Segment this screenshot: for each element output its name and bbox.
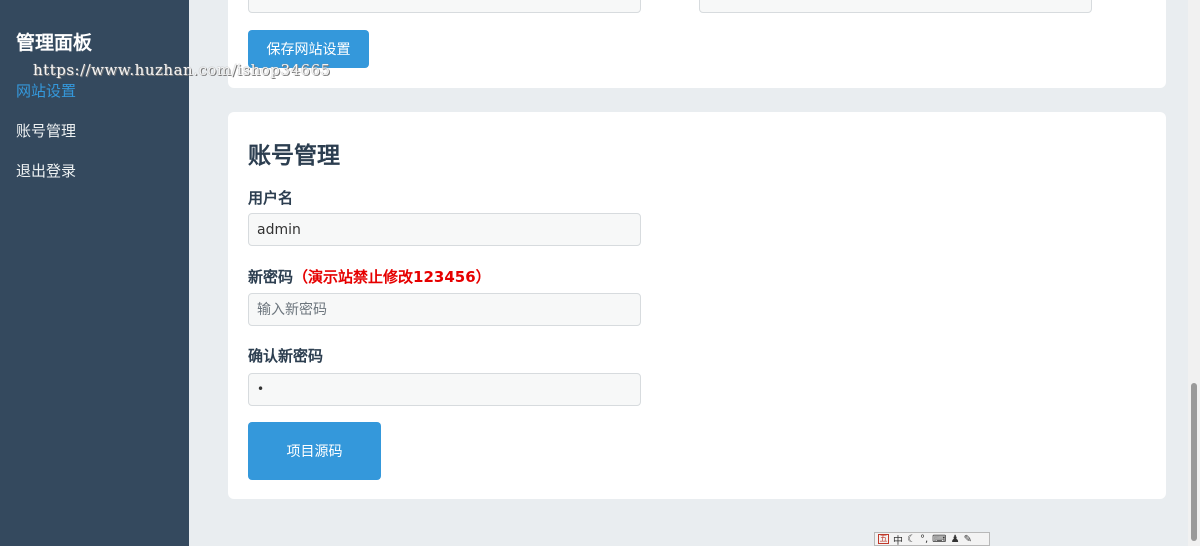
- rate-limit-count-input[interactable]: [248, 0, 641, 13]
- sidebar-item-account[interactable]: 账号管理: [16, 120, 76, 141]
- scrollbar-thumb[interactable]: [1191, 383, 1197, 541]
- ime-toolbar[interactable]: 五 中 ☾ °, ⌨ ♟ ✎: [874, 532, 990, 546]
- sidebar-item-logout[interactable]: 退出登录: [16, 160, 76, 181]
- new-password-input[interactable]: [248, 293, 641, 326]
- project-source-button[interactable]: 项目源码: [248, 422, 381, 480]
- new-password-label-text: 新密码: [248, 268, 294, 286]
- ime-logo-icon: 五: [878, 534, 889, 544]
- page-scrollbar[interactable]: [1188, 0, 1200, 546]
- new-password-label: 新密码（演示站禁止修改123456）: [248, 266, 491, 287]
- keyboard-icon[interactable]: ⌨: [932, 534, 946, 545]
- account-section-title: 账号管理: [248, 143, 340, 169]
- moon-icon[interactable]: ☾: [907, 534, 916, 545]
- rate-limit-seconds-input[interactable]: [699, 0, 1092, 13]
- username-input[interactable]: [248, 213, 641, 246]
- watermark-url: https://www.huzhan.com/ishop34665: [33, 61, 331, 79]
- ime-mode-label[interactable]: 中: [893, 533, 903, 546]
- demo-warning-text: （演示站禁止修改123456）: [293, 268, 491, 286]
- sidebar-title: 管理面板: [16, 32, 93, 54]
- confirm-password-label: 确认新密码: [248, 347, 324, 365]
- sidebar: 管理面板 网站设置 账号管理 退出登录: [0, 0, 189, 546]
- user-icon[interactable]: ♟: [951, 534, 960, 545]
- sidebar-item-site-settings[interactable]: 网站设置: [16, 80, 76, 101]
- account-management-card: 账号管理 用户名 新密码（演示站禁止修改123456） 确认新密码 • 项目源码: [228, 112, 1166, 499]
- wrench-icon[interactable]: ✎: [964, 534, 972, 545]
- confirm-password-input[interactable]: •: [248, 373, 641, 406]
- site-settings-card: 次/ 秒 保存网站设置: [228, 0, 1166, 88]
- punctuation-icon[interactable]: °,: [920, 534, 928, 545]
- username-label: 用户名: [248, 189, 294, 207]
